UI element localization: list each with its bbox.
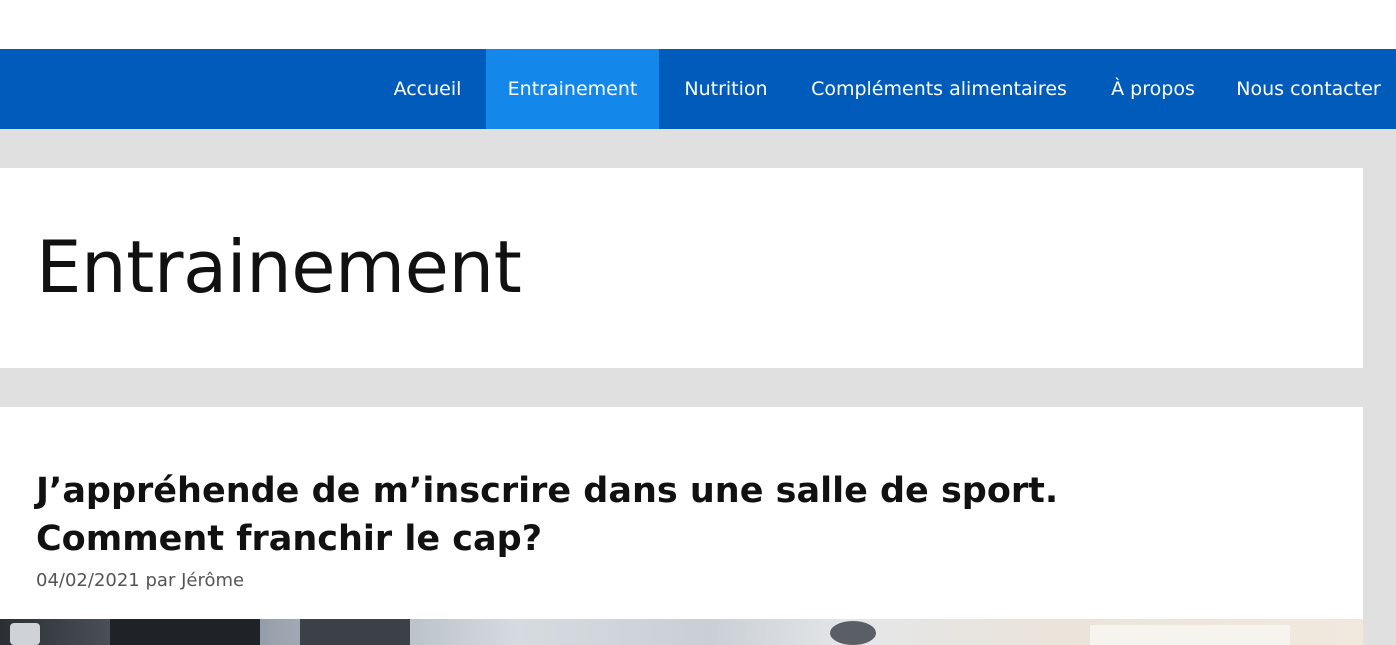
nav-item-a-propos[interactable]: À propos [1085, 49, 1221, 129]
image-detail-shape [110, 619, 260, 645]
nav-item-entrainement[interactable]: Entrainement [486, 49, 659, 129]
top-strip [0, 0, 1396, 49]
post-date: 04/02/2021 [36, 570, 140, 591]
image-detail-shape [830, 621, 876, 645]
main-navigation: Accueil Entrainement Nutrition Complémen… [0, 49, 1396, 129]
image-detail-shape [1090, 625, 1290, 645]
post-meta: 04/02/2021 par Jérôme [36, 570, 244, 591]
nav-item-nutrition[interactable]: Nutrition [659, 49, 793, 129]
image-detail-shape [300, 619, 410, 645]
post-by-label: par [145, 570, 176, 591]
nav-item-complements-alimentaires[interactable]: Compléments alimentaires [793, 49, 1085, 129]
post-author[interactable]: Jérôme [181, 570, 244, 591]
nav-item-nous-contacter[interactable]: Nous contacter [1221, 49, 1396, 129]
post-featured-image[interactable] [0, 619, 1363, 645]
post-title-link[interactable]: J’appréhende de m’inscrire dans une sall… [36, 467, 1236, 563]
nav-item-accueil[interactable]: Accueil [369, 49, 486, 129]
image-detail-shape [10, 623, 40, 645]
archive-header-card: Entrainement [0, 168, 1363, 368]
post-card: J’appréhende de m’inscrire dans une sall… [0, 407, 1363, 645]
page-title: Entrainement [36, 225, 522, 309]
